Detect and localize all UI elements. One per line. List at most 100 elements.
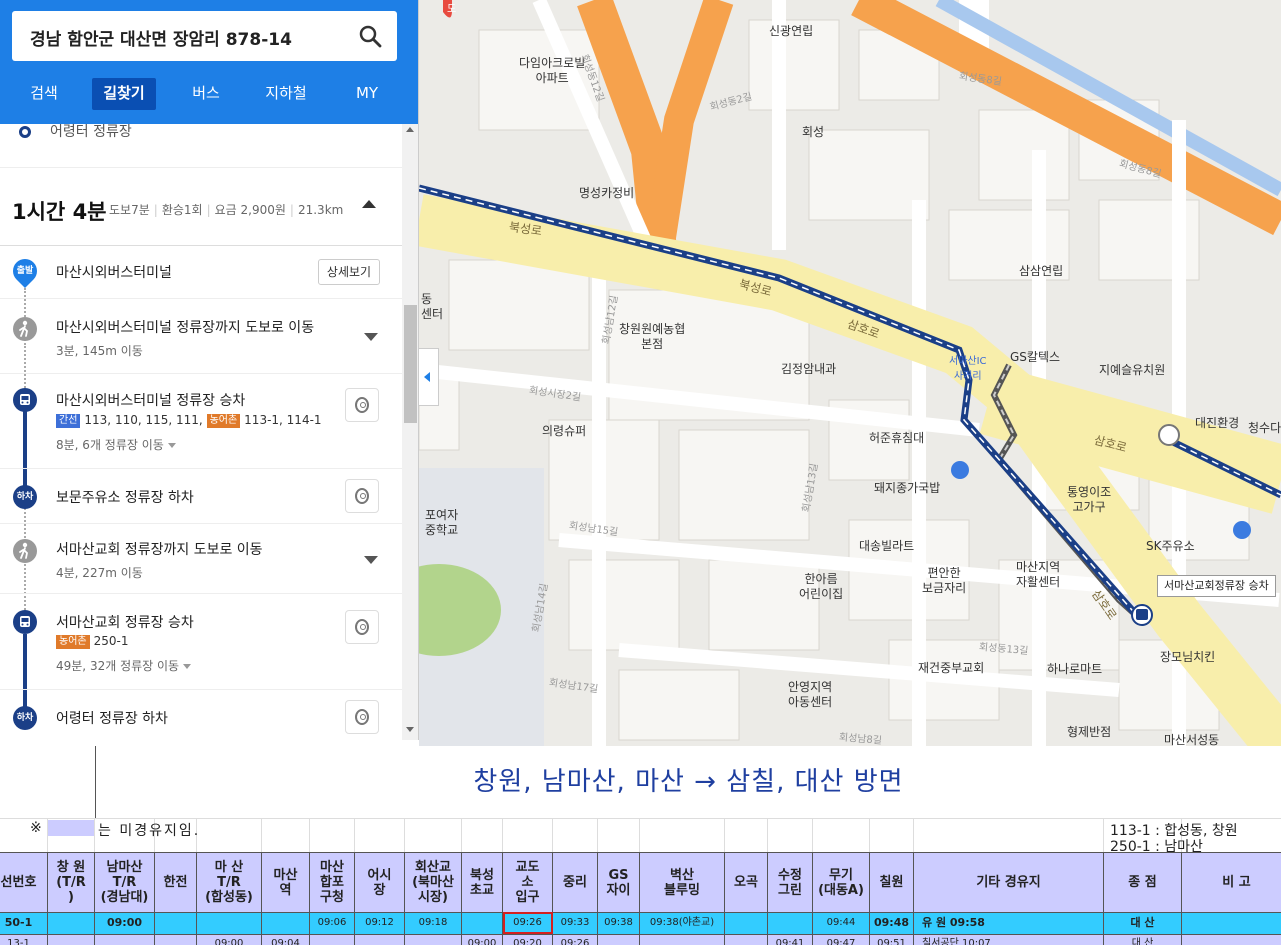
grid-cell (355, 818, 405, 852)
stop-info-button[interactable] (345, 700, 379, 734)
map-poi-label[interactable]: 신광연립 (769, 24, 813, 39)
map-poi-label[interactable]: 형제반점 (1067, 725, 1111, 740)
map-poi-label[interactable]: 명성카정비 (579, 186, 634, 201)
route-list[interactable]: 113, 110, 115, 111, (84, 413, 202, 427)
route-type-badge: 간선 (56, 414, 81, 428)
tab-search[interactable]: 검색 (20, 78, 68, 110)
scrollbar[interactable] (402, 124, 418, 740)
map-poi-label[interactable]: 동 센터 (421, 292, 443, 322)
grid-cell (870, 818, 914, 852)
map-poi-label[interactable]: 의령슈퍼 (542, 424, 586, 439)
map-poi-label[interactable]: SK주유소 (1146, 539, 1195, 554)
map-callout[interactable]: 서마산교회정류장 승차 (1157, 575, 1276, 597)
map-poi-label[interactable]: 서마산IC 사거리 (949, 354, 987, 384)
map-poi-label[interactable]: 하나로마트 (1047, 662, 1102, 677)
map-poi-label[interactable]: 대송빌라트 (859, 539, 914, 554)
step-title: 어령터 정류장 하차 (56, 711, 168, 727)
map-poi-label[interactable]: 창원원예농협 본점 (619, 322, 685, 352)
step-subtitle[interactable]: 49분, 32개 정류장 이동 (56, 657, 192, 674)
step-start[interactable]: 출발 마산시외버스터미널 상세보기 (0, 246, 402, 299)
legend-swatch (48, 820, 94, 836)
timetable-cell (197, 912, 262, 934)
walk-icon (13, 539, 37, 563)
map-poi-label[interactable]: 안영지역 아동센터 (788, 680, 832, 710)
map-poi-label[interactable]: 한아름 어린이집 (799, 572, 843, 602)
tab-directions[interactable]: 길찾기 (92, 78, 156, 110)
map-poi-label[interactable]: GS칼텍스 (1010, 350, 1060, 365)
map-poi-label[interactable]: 지예슬유치원 (1099, 363, 1165, 378)
timetable-row: 50-1 09:00 09:06 09:12 09:18 09:26 09:33 09:38 0… (0, 912, 1281, 934)
map-poi-label[interactable]: 편안한 보금자리 (922, 566, 966, 596)
route-list[interactable]: 113-1, 114-1 (244, 413, 321, 427)
tab-bus[interactable]: 버스 (180, 78, 232, 110)
route-list[interactable]: 250-1 (94, 634, 129, 648)
stop-info-button[interactable] (345, 479, 379, 513)
step-title: 마산시외버스터미널 정류장 승차 (56, 393, 246, 409)
timetable-cell: 유 원 09:58 (914, 912, 1104, 934)
chevron-left-icon (424, 372, 430, 382)
map-poi-label[interactable]: 회성 (802, 125, 824, 140)
bus-routes: 간선 113, 110, 115, 111, 농어촌 113-1, 114-1 (56, 413, 322, 428)
tab-subway[interactable]: 지하철 (256, 78, 316, 110)
timetable-title: 창원, 남마산, 마산 → 삼칠, 대산 방면 (95, 746, 1281, 818)
expand-arrow-icon[interactable] (364, 333, 378, 341)
previous-stop-row[interactable]: 어령터 정류장 (0, 124, 402, 168)
map-poi-label[interactable]: 청수다방 (1248, 421, 1281, 436)
map-poi-label[interactable]: 재건중부교회 (918, 661, 984, 676)
grid-cell (914, 818, 1104, 852)
timetable-cell (768, 912, 813, 934)
stop-info-button[interactable] (345, 388, 379, 422)
timetable-cell: 50-1 (0, 912, 48, 934)
scroll-down-arrow-icon[interactable] (406, 727, 414, 732)
timetable-cell: 09:00 (197, 934, 262, 945)
scrollbar-thumb[interactable] (404, 305, 417, 423)
step-alight[interactable]: 하차 보문주유소 정류장 하차 (0, 469, 402, 524)
map-poi-label[interactable]: 돼지종가국밥 (874, 481, 940, 496)
timetable-cell (1182, 934, 1281, 945)
scroll-up-arrow-icon[interactable] (406, 127, 414, 132)
map-poi-label[interactable]: 장모님치킨 (1160, 650, 1215, 665)
timetable-header-cell: 벽산 블루밍 (640, 852, 725, 912)
timetable-cell (1182, 912, 1281, 934)
tab-my[interactable]: MY (342, 78, 392, 110)
map-poi-label[interactable]: 포여자 중학교 (425, 508, 458, 538)
details-button[interactable]: 상세보기 (318, 259, 380, 285)
map-poi-label[interactable]: 삼삼연립 (1019, 264, 1063, 279)
step-subtitle[interactable]: 8분, 6개 정류장 이동 (56, 436, 176, 453)
grid-cell (310, 818, 355, 852)
search-input[interactable]: 경남 함안군 대산면 장암리 878-14 (30, 25, 292, 50)
alight-icon: 하차 (13, 706, 37, 730)
step-bus-board[interactable]: 서마산교회 정류장 승차 농어촌 250-1 49분, 32개 정류장 이동 (0, 594, 402, 690)
step-alight[interactable]: 하차 어령터 정류장 하차 (0, 690, 402, 740)
map-poi-label[interactable]: 마산서성동 (1164, 733, 1219, 746)
map-poi-label[interactable]: 통영이조 고가구 (1067, 485, 1111, 515)
route-summary[interactable]: 1시간 4분 도보7분 | 환승1회 | 요금 2,900원 | 21.3km (0, 168, 402, 246)
map-marker-label[interactable]: 도 (447, 2, 456, 17)
timetable-header-cell: 기타 경유지 (914, 852, 1104, 912)
expand-arrow-icon[interactable] (364, 556, 378, 564)
search-icon[interactable] (357, 23, 383, 49)
grid-cell (553, 818, 598, 852)
timetable-cell (48, 934, 95, 945)
collapse-panel-button[interactable] (419, 348, 439, 406)
stop-info-button[interactable] (345, 610, 379, 644)
map-poi-label[interactable]: 대진환경 (1195, 416, 1239, 431)
step-title: 보문주유소 정류장 하차 (56, 490, 194, 506)
step-walk[interactable]: 마산시외버스터미널 정류장까지 도보로 이동 3분, 145m 이동 (0, 299, 402, 374)
timetable-cell: 09:38(야촌교) (640, 912, 725, 934)
map-poi-label[interactable]: 김정암내과 (781, 362, 836, 377)
map-poi-label[interactable]: 다임아크로빌 아파트 (519, 56, 585, 86)
timetable-cell (725, 934, 768, 945)
timetable-cell (725, 912, 768, 934)
map-poi-label[interactable]: 마산지역 자활센터 (1016, 560, 1060, 590)
map-poi-label[interactable]: 허준휴침대 (869, 431, 924, 446)
timetable-header-cell: 무기 (대동A) (813, 852, 870, 912)
map-view[interactable]: 신광연립 다임아크로빌 아파트 회성 명성카정비 창원원예농협 본점 김정암내과… (419, 0, 1281, 746)
step-bus-board[interactable]: 마산시외버스터미널 정류장 승차 간선 113, 110, 115, 111, 농… (0, 374, 402, 469)
timetable-header-cell: 선번호 (0, 852, 48, 912)
step-walk[interactable]: 서마산교회 정류장까지 도보로 이동 4분, 227m 이동 (0, 524, 402, 594)
bus-icon (13, 610, 37, 634)
collapse-arrow-icon[interactable] (362, 200, 376, 208)
timetable-header-cell: 비 고 (1182, 852, 1281, 912)
search-box[interactable]: 경남 함안군 대산면 장암리 878-14 (12, 11, 397, 61)
